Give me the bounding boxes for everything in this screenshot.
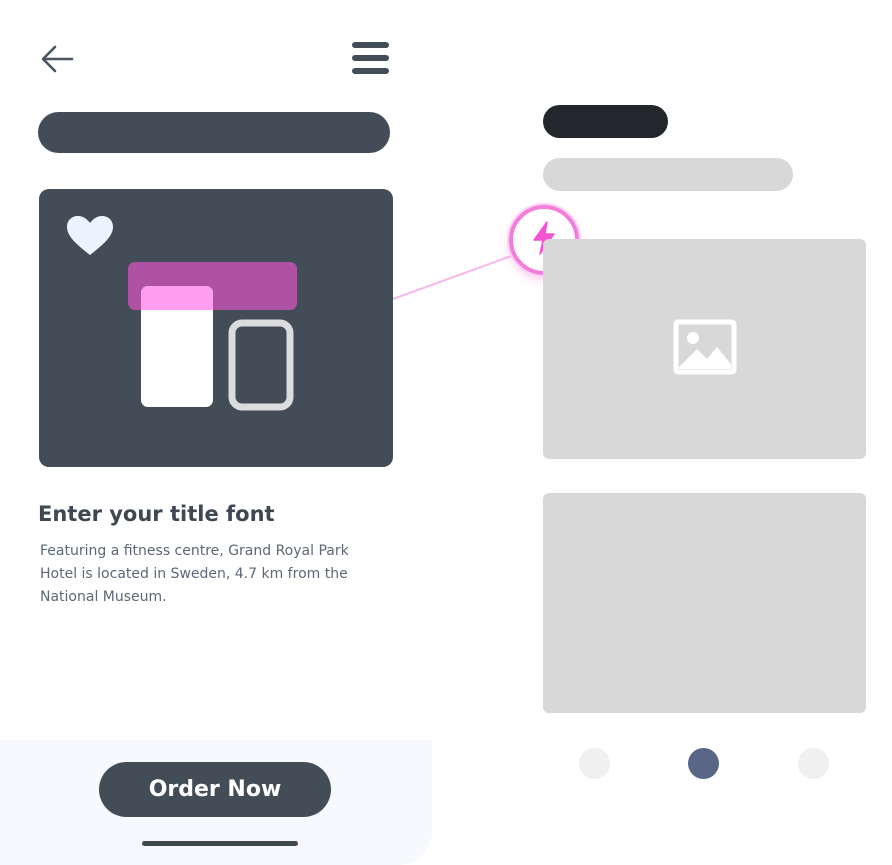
back-arrow-icon[interactable] xyxy=(38,42,78,76)
layout-illustration xyxy=(127,261,299,413)
wireframe-subtitle-pill xyxy=(543,158,793,191)
wireframe-content-block xyxy=(543,493,866,713)
hero-card xyxy=(39,189,393,467)
heart-icon[interactable] xyxy=(66,215,114,257)
pagination-dot-1[interactable] xyxy=(579,748,610,779)
hamburger-menu-icon[interactable] xyxy=(350,40,390,76)
pagination-dot-2[interactable] xyxy=(688,748,719,779)
wireframe-title-pill xyxy=(543,105,668,138)
wireframe-image-block xyxy=(543,239,866,459)
home-indicator xyxy=(142,841,298,846)
card-description: Featuring a fitness centre, Grand Royal … xyxy=(40,543,349,605)
card-title: Enter your title font xyxy=(38,502,275,526)
title-placeholder-bar xyxy=(38,112,390,153)
order-now-button[interactable]: Order Now xyxy=(99,762,331,817)
pagination-dot-3[interactable] xyxy=(798,748,829,779)
image-placeholder-icon xyxy=(673,319,737,379)
